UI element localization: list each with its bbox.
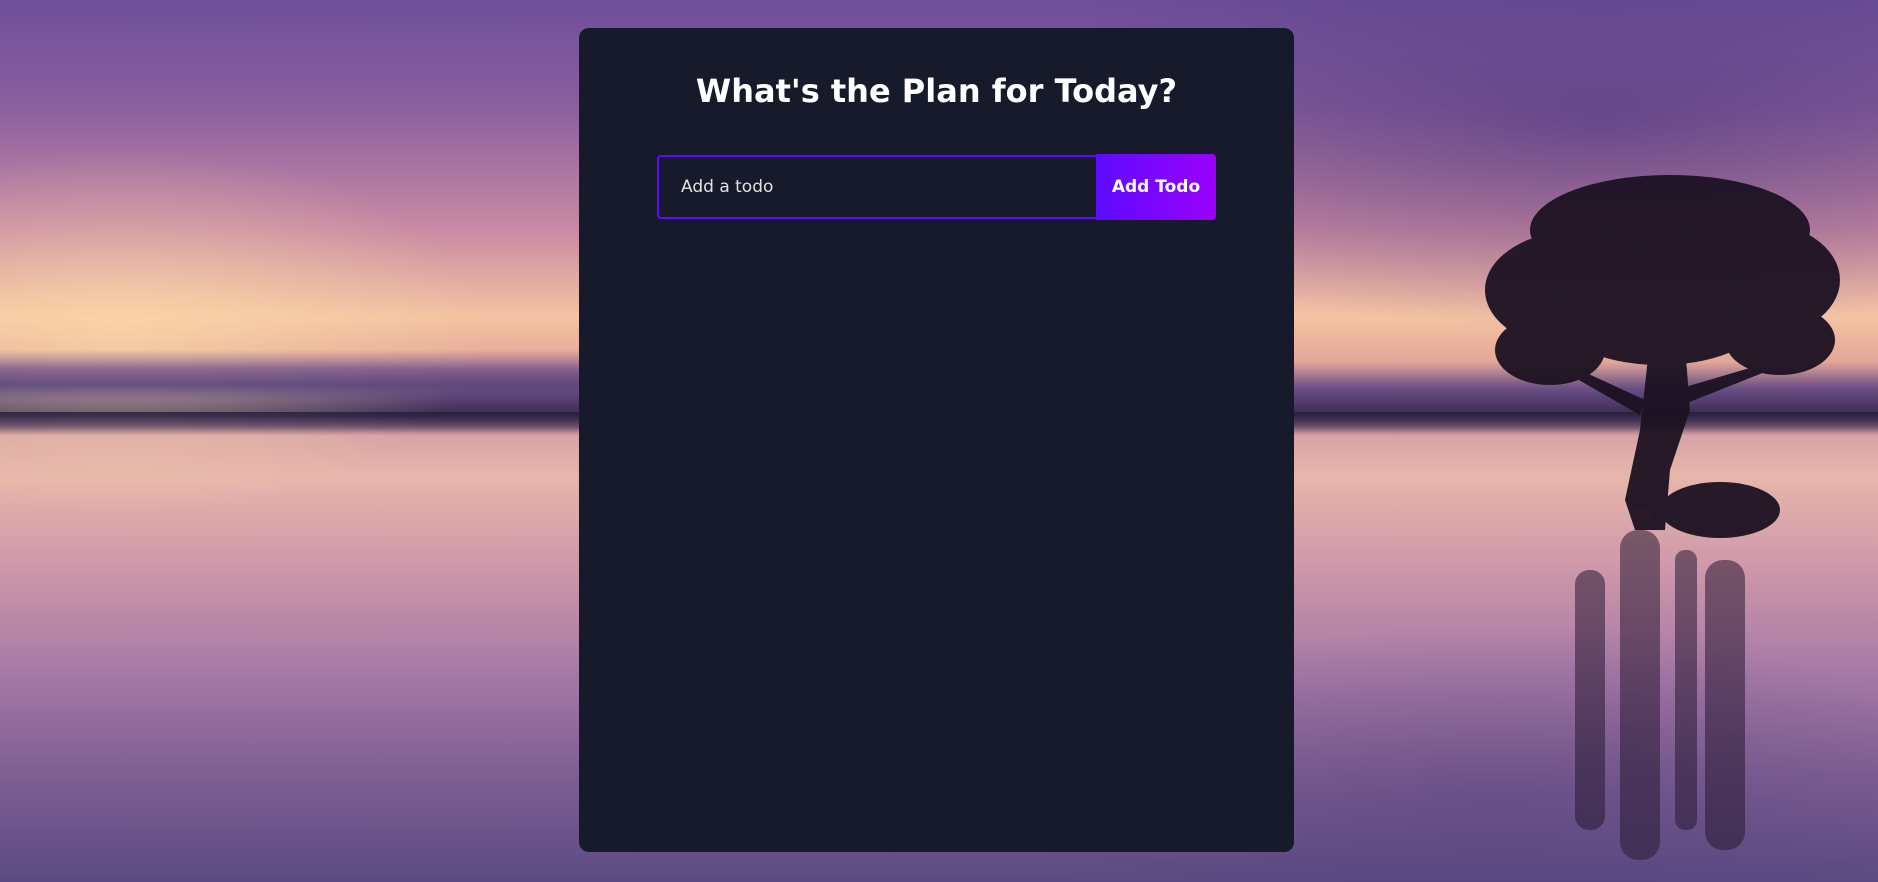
background-clouds	[0, 350, 600, 400]
todo-input[interactable]	[657, 155, 1096, 219]
todo-app-card: What's the Plan for Today? Add Todo	[579, 28, 1294, 852]
tree-silhouette	[1485, 175, 1840, 860]
page-title: What's the Plan for Today?	[695, 72, 1178, 110]
todo-form: Add Todo	[657, 154, 1216, 220]
add-todo-button[interactable]: Add Todo	[1096, 154, 1216, 220]
